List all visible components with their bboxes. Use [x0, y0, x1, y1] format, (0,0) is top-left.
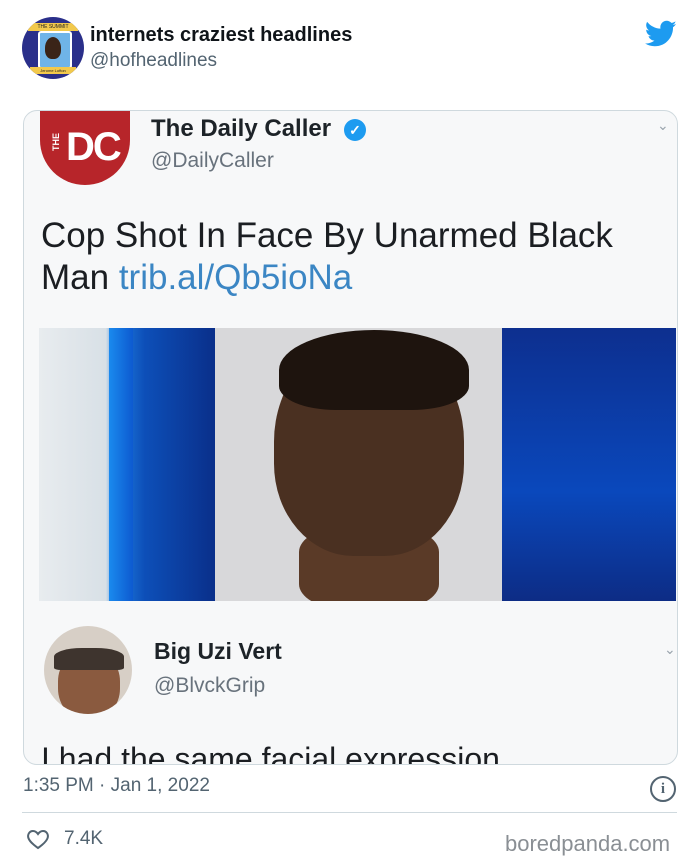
reply-author-name: Big Uzi Vert	[154, 638, 282, 664]
verified-icon: ✓	[344, 119, 366, 141]
embedded-headline: Cop Shot In Face By Unarmed Black Man tr…	[41, 215, 661, 299]
embedded-screenshot[interactable]: THE DC The Daily Caller ✓ @DailyCaller ⌄…	[23, 110, 678, 765]
info-icon[interactable]: i	[650, 776, 676, 802]
reply-avatar-headband	[54, 648, 124, 670]
photo-hair	[279, 330, 469, 410]
headline-link: trib.al/Qb5ioNa	[118, 258, 353, 297]
avatar-caption-top: THE SUMMIT	[28, 23, 78, 31]
like-count[interactable]: 7.4K	[64, 828, 103, 850]
photo-right-panel	[502, 328, 676, 601]
reply-text: I had the same facial expression	[41, 741, 500, 765]
reply-avatar	[44, 626, 132, 714]
chevron-down-icon: ⌄	[657, 117, 669, 133]
avatar-caption-bottom: Jerome Lofton	[30, 67, 76, 74]
reply-author-handle: @BlvckGrip	[154, 674, 266, 697]
heart-icon[interactable]	[26, 828, 50, 850]
daily-caller-logo: THE DC	[40, 111, 130, 185]
tweet-header: THE SUMMIT Jerome Lofton internets crazi…	[0, 0, 700, 100]
avatar-face	[45, 37, 61, 59]
photo-blue-stripe	[109, 328, 133, 601]
mugshot-photo	[39, 328, 676, 601]
tweet-timestamp[interactable]: 1:35 PM · Jan 1, 2022	[23, 775, 210, 797]
source-name: The Daily Caller	[151, 115, 332, 142]
source-handle: @DailyCaller	[151, 149, 274, 172]
author-handle[interactable]: @hofheadlines	[90, 50, 217, 72]
twitter-bird-icon[interactable]	[645, 20, 677, 48]
author-avatar[interactable]: THE SUMMIT Jerome Lofton	[22, 17, 84, 79]
divider	[22, 812, 677, 813]
watermark: boredpanda.com	[505, 831, 671, 856]
author-name[interactable]: internets craziest headlines	[90, 24, 352, 47]
logo-side-text: THE	[51, 133, 61, 151]
chevron-down-icon: ⌄	[664, 641, 676, 657]
logo-text: DC	[66, 125, 122, 169]
